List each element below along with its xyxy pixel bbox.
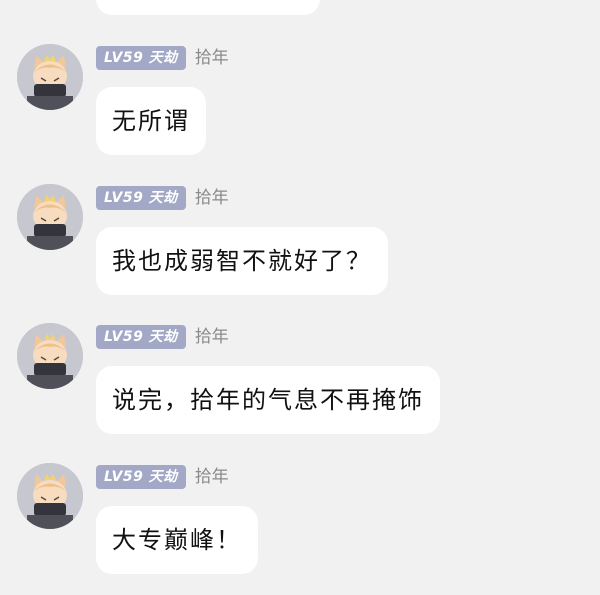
message-bubble[interactable]: 大专巅峰！ [96,506,258,574]
message-meta: LV59 天劫 拾年 [96,46,229,70]
chat-message: LV59 天劫 拾年 我也成弱智不就好了？ [0,184,600,316]
chat-message: LV59 天劫 拾年 大专巅峰！ [0,463,600,595]
level-badge: LV59 天劫 [96,46,186,70]
username[interactable]: 拾年 [195,186,229,210]
username[interactable]: 拾年 [195,325,229,349]
username[interactable]: 拾年 [195,46,229,70]
message-meta: LV59 天劫 拾年 [96,465,229,489]
message-bubble[interactable]: 说完，拾年的气息不再掩饰 [96,366,440,434]
avatar-image [17,463,83,529]
message-bubble[interactable]: 我也成弱智不就好了？ [96,227,388,295]
avatar-image [17,323,83,389]
avatar-image [17,44,83,110]
avatar[interactable] [17,463,83,529]
message-meta: LV59 天劫 拾年 [96,325,229,349]
avatar[interactable] [17,184,83,250]
level-badge: LV59 天劫 [96,465,186,489]
chat-message: LV59 天劫 拾年 无所谓 [0,44,600,176]
chat-message: LV59 天劫 拾年 说完，拾年的气息不再掩饰 [0,323,600,455]
previous-message-bubble [96,0,320,15]
message-bubble[interactable]: 无所谓 [96,87,206,155]
level-badge: LV59 天劫 [96,325,186,349]
message-meta: LV59 天劫 拾年 [96,186,229,210]
avatar[interactable] [17,44,83,110]
avatar[interactable] [17,323,83,389]
avatar-image [17,184,83,250]
level-badge: LV59 天劫 [96,186,186,210]
username[interactable]: 拾年 [195,465,229,489]
